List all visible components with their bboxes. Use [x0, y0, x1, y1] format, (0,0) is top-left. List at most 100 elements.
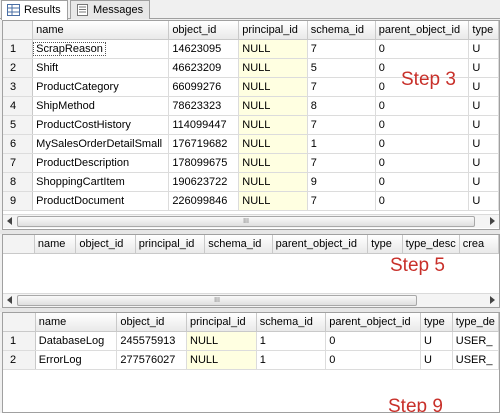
column-header-name[interactable]: name — [32, 21, 170, 40]
scroll-thumb[interactable]: III — [17, 295, 417, 306]
table-row[interactable]: 1 DatabaseLog 245575913 NULL 1 0 U USER_ — [3, 331, 499, 351]
type-cell[interactable]: U — [420, 331, 453, 351]
principal-id-cell[interactable]: NULL — [238, 58, 308, 78]
column-header-principal-id[interactable]: principal_id — [186, 313, 257, 332]
column-header-name[interactable]: name — [34, 235, 77, 254]
column-header-principal-id[interactable]: principal_id — [238, 21, 308, 40]
object-id-cell[interactable]: 178099675 — [168, 153, 240, 173]
object-id-cell[interactable]: 46623209 — [168, 58, 240, 78]
column-header-schema-id[interactable]: schema_id — [256, 313, 327, 332]
column-header-name[interactable]: name — [35, 313, 118, 332]
column-header-parent-object-id[interactable]: parent_object_id — [375, 21, 470, 40]
tab-results[interactable]: Results — [1, 0, 68, 20]
type-cell[interactable]: U — [468, 134, 499, 154]
parent-object-id-cell[interactable]: 0 — [375, 191, 470, 211]
schema-id-cell[interactable]: 7 — [307, 39, 376, 59]
table-row[interactable]: 6 MySalesOrderDetailSmall 176719682 NULL 1 0 U — [3, 134, 499, 154]
column-header-type[interactable]: type — [468, 21, 499, 40]
name-cell[interactable]: ShoppingCartItem — [32, 172, 170, 192]
type-desc-cell[interactable]: USER_ — [452, 350, 499, 370]
column-header-object-id[interactable]: object_id — [116, 313, 188, 332]
row-number[interactable]: 2 — [3, 58, 34, 78]
schema-id-cell[interactable]: 9 — [307, 172, 376, 192]
name-cell[interactable]: ScrapReason — [32, 39, 170, 59]
object-id-cell[interactable]: 114099447 — [168, 115, 240, 135]
name-cell[interactable]: DatabaseLog — [35, 331, 118, 351]
schema-id-cell[interactable]: 8 — [307, 96, 376, 116]
principal-id-cell[interactable]: NULL — [238, 153, 308, 173]
schema-id-cell[interactable]: 1 — [256, 331, 327, 351]
column-header-principal-id[interactable]: principal_id — [135, 235, 206, 254]
schema-id-cell[interactable]: 1 — [307, 134, 376, 154]
schema-id-cell[interactable]: 7 — [307, 191, 376, 211]
principal-id-cell[interactable]: NULL — [238, 191, 308, 211]
object-id-cell[interactable]: 226099846 — [168, 191, 240, 211]
row-number[interactable]: 9 — [3, 191, 34, 211]
object-id-cell[interactable]: 190623722 — [168, 172, 240, 192]
scroll-left-arrow-icon[interactable] — [7, 296, 12, 304]
grid-2-horizontal-scrollbar[interactable]: III — [3, 293, 499, 307]
type-cell[interactable]: U — [468, 191, 499, 211]
type-cell[interactable]: U — [468, 39, 499, 59]
type-cell[interactable]: U — [468, 153, 499, 173]
schema-id-cell[interactable]: 5 — [307, 58, 376, 78]
results-grid-1[interactable]: name object_id principal_id schema_id pa… — [2, 20, 500, 230]
column-header-type-desc[interactable]: type_de — [452, 313, 499, 332]
object-id-cell[interactable]: 176719682 — [168, 134, 240, 154]
name-cell[interactable]: ShipMethod — [32, 96, 170, 116]
row-number[interactable]: 2 — [3, 350, 36, 370]
row-number[interactable]: 7 — [3, 153, 34, 173]
object-id-cell[interactable]: 66099276 — [168, 77, 240, 97]
principal-id-cell[interactable]: NULL — [238, 172, 308, 192]
object-id-cell[interactable]: 14623095 — [168, 39, 240, 59]
grid-1-horizontal-scrollbar[interactable]: III — [3, 214, 499, 228]
table-row[interactable]: 1 ScrapReason 14623095 NULL 7 0 U — [3, 39, 499, 59]
type-cell[interactable]: U — [468, 77, 499, 97]
type-cell[interactable]: U — [468, 58, 499, 78]
table-row[interactable]: 5 ProductCostHistory 114099447 NULL 7 0 U — [3, 115, 499, 135]
column-header-schema-id[interactable]: schema_id — [307, 21, 376, 40]
principal-id-cell[interactable]: NULL — [238, 77, 308, 97]
schema-id-cell[interactable]: 7 — [307, 153, 376, 173]
results-grid-3[interactable]: name object_id principal_id schema_id pa… — [2, 312, 500, 413]
name-cell[interactable]: ProductDescription — [32, 153, 170, 173]
column-header-object-id[interactable]: object_id — [168, 21, 240, 40]
principal-id-cell[interactable]: NULL — [186, 350, 257, 370]
column-header-object-id[interactable]: object_id — [75, 235, 136, 254]
name-cell[interactable]: ProductCostHistory — [32, 115, 170, 135]
principal-id-cell[interactable]: NULL — [238, 115, 308, 135]
parent-object-id-cell[interactable]: 0 — [375, 39, 470, 59]
type-cell[interactable]: U — [468, 115, 499, 135]
column-header-type[interactable]: type — [367, 235, 403, 254]
row-number[interactable]: 5 — [3, 115, 34, 135]
principal-id-cell[interactable]: NULL — [186, 331, 257, 351]
table-row[interactable]: 7 ProductDescription 178099675 NULL 7 0 U — [3, 153, 499, 173]
grid-3-corner[interactable] — [3, 313, 36, 332]
name-cell[interactable]: Shift — [32, 58, 170, 78]
table-row[interactable]: 8 ShoppingCartItem 190623722 NULL 9 0 U — [3, 172, 499, 192]
scroll-right-arrow-icon[interactable] — [490, 217, 495, 225]
type-cell[interactable]: U — [468, 96, 499, 116]
row-number[interactable]: 8 — [3, 172, 34, 192]
object-id-cell[interactable]: 78623323 — [168, 96, 240, 116]
parent-object-id-cell[interactable]: 0 — [375, 115, 470, 135]
parent-object-id-cell[interactable]: 0 — [375, 172, 470, 192]
parent-object-id-cell[interactable]: 0 — [375, 134, 470, 154]
name-cell[interactable]: MySalesOrderDetailSmall — [32, 134, 170, 154]
results-grid-2[interactable]: name object_id principal_id schema_id pa… — [2, 234, 500, 308]
schema-id-cell[interactable]: 1 — [256, 350, 327, 370]
column-header-schema-id[interactable]: schema_id — [204, 235, 273, 254]
parent-object-id-cell[interactable]: 0 — [325, 350, 421, 370]
tab-messages[interactable]: Messages — [70, 0, 151, 19]
grid-1-corner[interactable] — [3, 21, 34, 40]
object-id-cell[interactable]: 277576027 — [116, 350, 188, 370]
principal-id-cell[interactable]: NULL — [238, 134, 308, 154]
row-number[interactable]: 1 — [3, 39, 34, 59]
table-row[interactable]: 9 ProductDocument 226099846 NULL 7 0 U — [3, 191, 499, 211]
column-header-parent-object-id[interactable]: parent_object_id — [272, 235, 369, 254]
name-cell[interactable]: ProductCategory — [32, 77, 170, 97]
row-number[interactable]: 1 — [3, 331, 36, 351]
schema-id-cell[interactable]: 7 — [307, 77, 376, 97]
schema-id-cell[interactable]: 7 — [307, 115, 376, 135]
row-number[interactable]: 6 — [3, 134, 34, 154]
